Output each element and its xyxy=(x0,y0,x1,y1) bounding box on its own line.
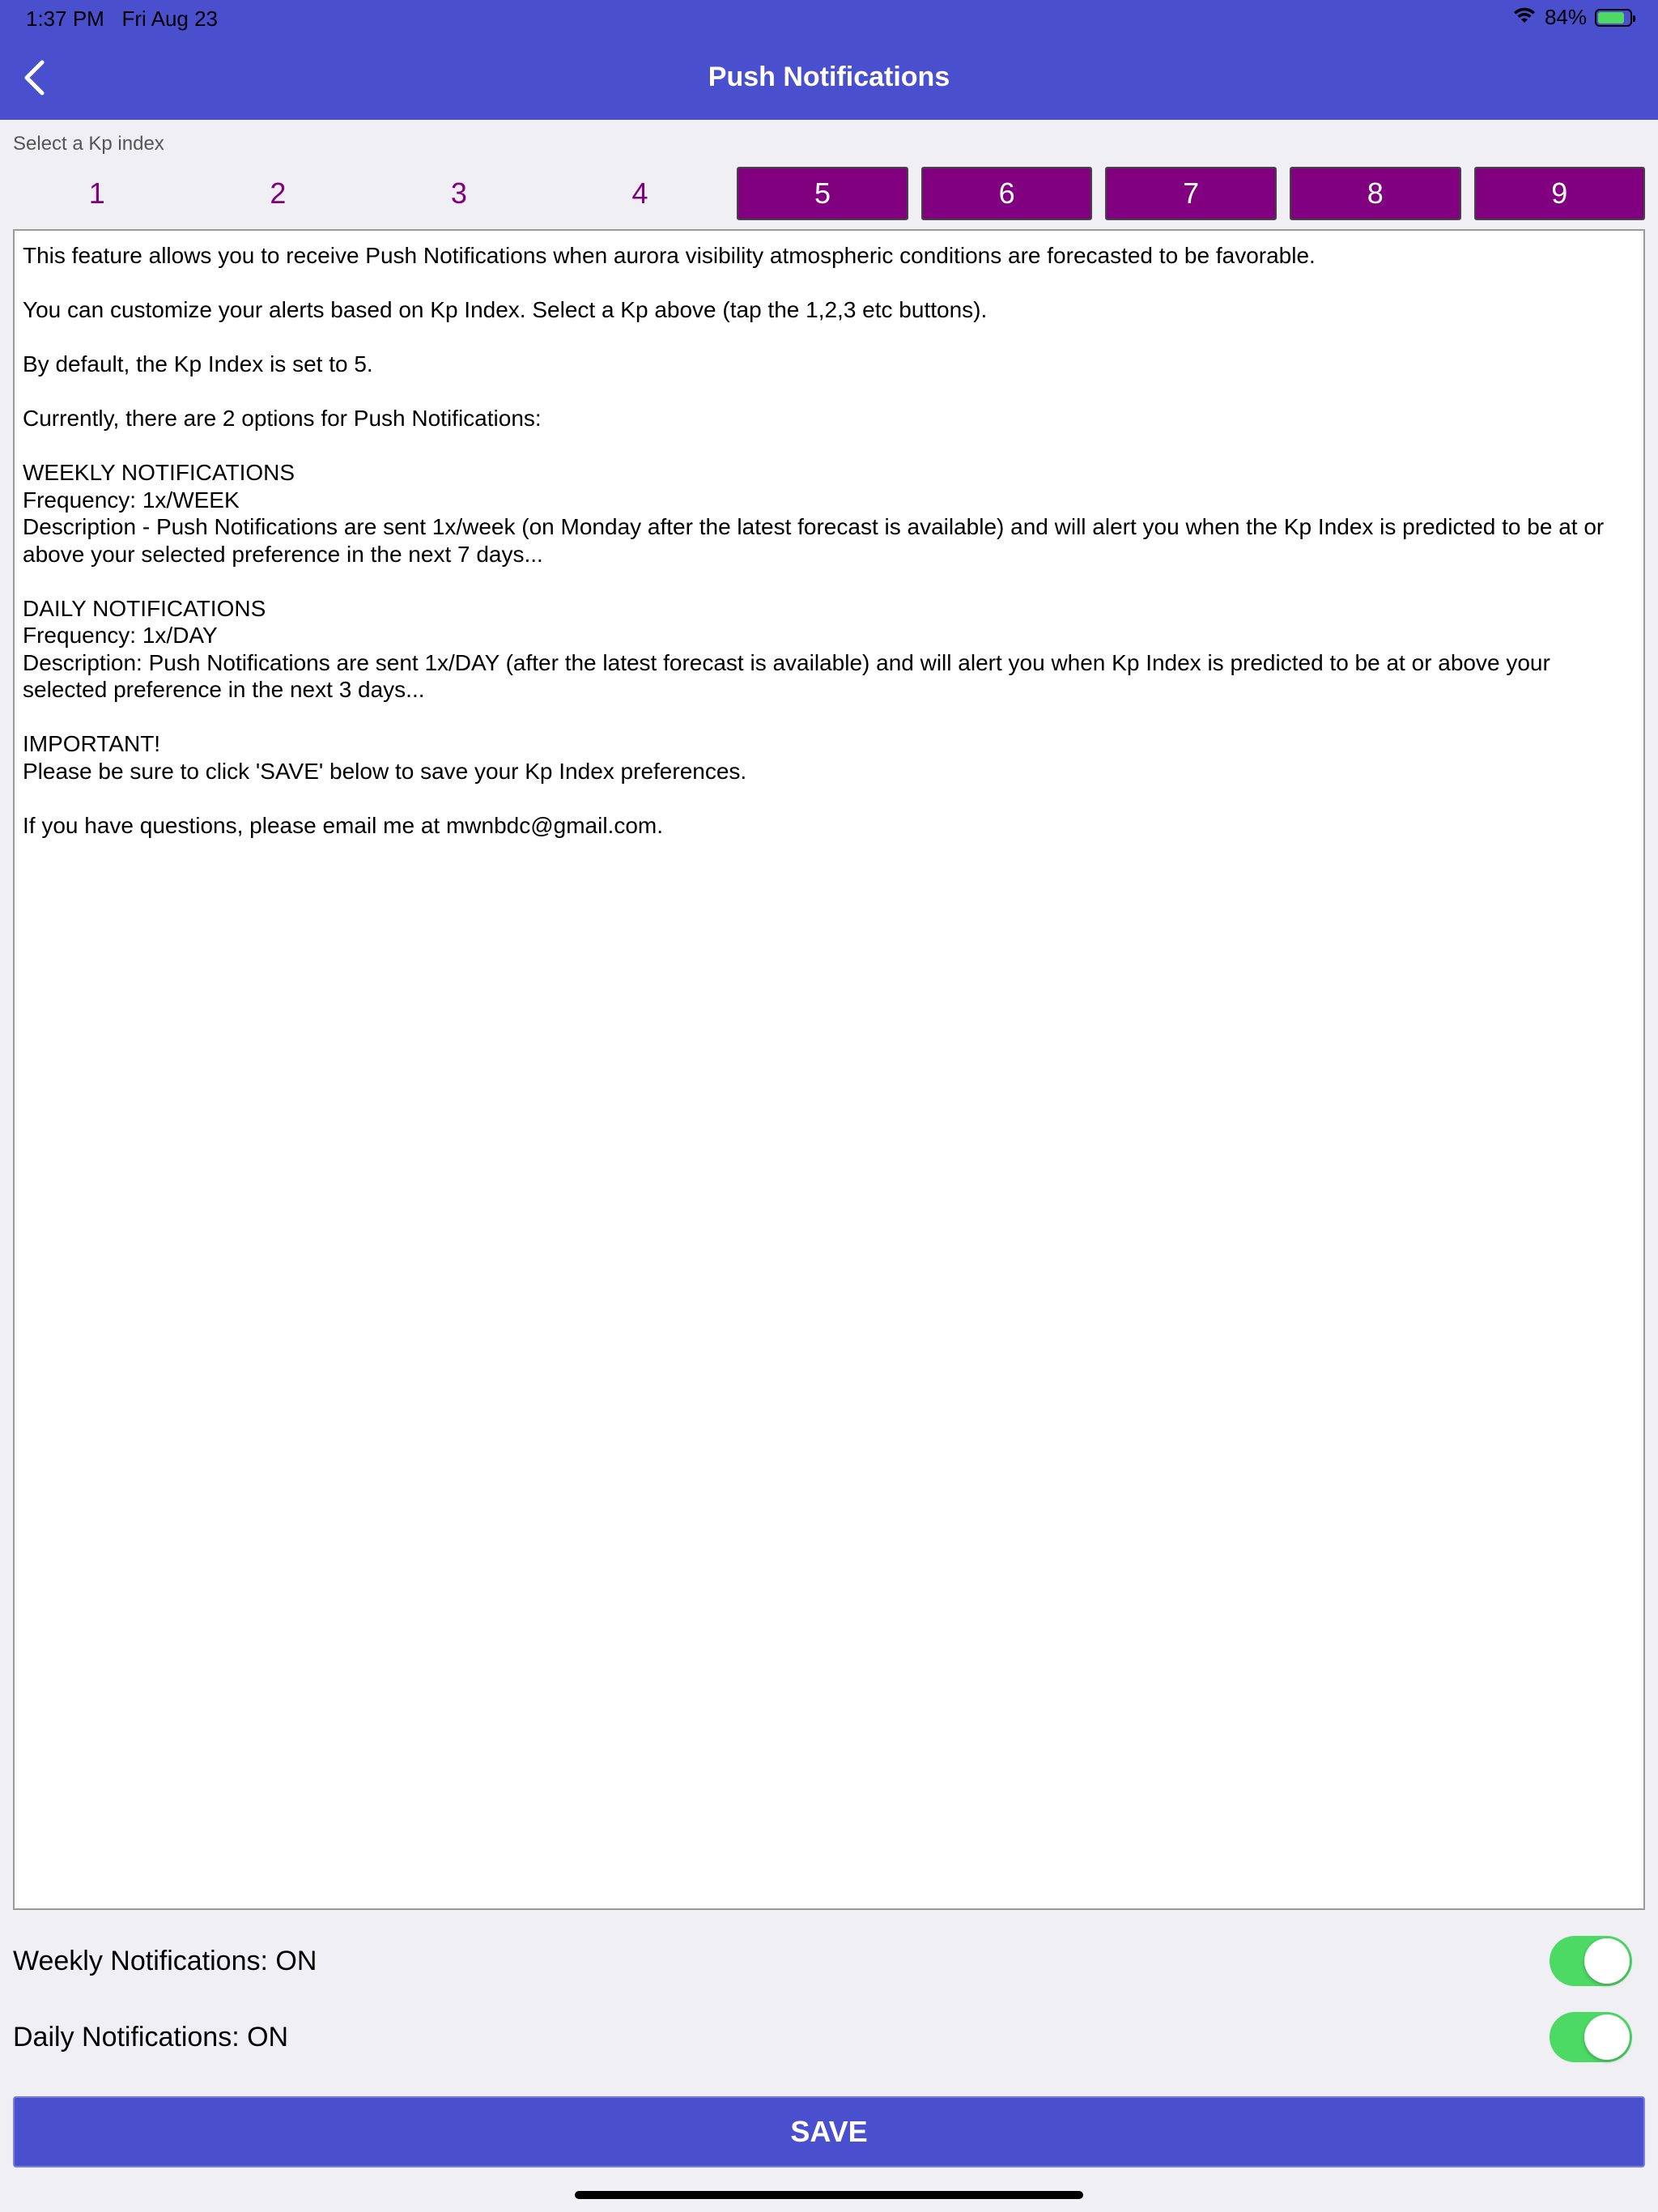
status-time: 1:37 PM Fri Aug 23 xyxy=(26,6,218,32)
save-button[interactable]: SAVE xyxy=(13,2096,1645,2167)
home-indicator xyxy=(575,2191,1083,2199)
wifi-icon xyxy=(1512,5,1537,30)
kp-button-7[interactable]: 7 xyxy=(1105,167,1277,220)
kp-button-9[interactable]: 9 xyxy=(1473,167,1646,220)
switch-knob xyxy=(1584,2014,1630,2060)
daily-notifications-switch[interactable] xyxy=(1550,2012,1632,2062)
info-text-box: This feature allows you to receive Push … xyxy=(13,229,1645,1910)
page-title: Push Notifications xyxy=(708,62,950,92)
status-bar: 1:37 PM Fri Aug 23 84% xyxy=(0,0,1658,39)
switch-knob xyxy=(1584,1938,1630,1984)
status-clock: 1:37 PM xyxy=(26,6,104,31)
daily-notifications-row: Daily Notifications: ON xyxy=(13,2012,1645,2064)
battery-percent: 84% xyxy=(1544,5,1587,29)
kp-selector: 123456789 xyxy=(13,167,1646,220)
daily-notifications-label: Daily Notifications: ON xyxy=(13,2022,289,2052)
battery-icon xyxy=(1595,8,1635,27)
nav-bar: Push Notifications xyxy=(0,39,1658,120)
kp-button-3[interactable]: 3 xyxy=(375,167,543,220)
weekly-notifications-label: Weekly Notifications: ON xyxy=(13,1946,317,1976)
kp-button-4[interactable]: 4 xyxy=(556,167,725,220)
kp-button-8[interactable]: 8 xyxy=(1289,167,1461,220)
weekly-notifications-switch[interactable] xyxy=(1550,1936,1632,1986)
weekly-notifications-row: Weekly Notifications: ON xyxy=(13,1936,1645,1988)
status-date: Fri Aug 23 xyxy=(121,6,219,31)
kp-button-5[interactable]: 5 xyxy=(737,167,908,220)
kp-selector-label: Select a Kp index xyxy=(13,133,164,155)
kp-button-1[interactable]: 1 xyxy=(13,167,181,220)
kp-button-6[interactable]: 6 xyxy=(920,167,1093,220)
kp-button-2[interactable]: 2 xyxy=(194,167,363,220)
status-indicators: 84% xyxy=(1512,5,1635,30)
